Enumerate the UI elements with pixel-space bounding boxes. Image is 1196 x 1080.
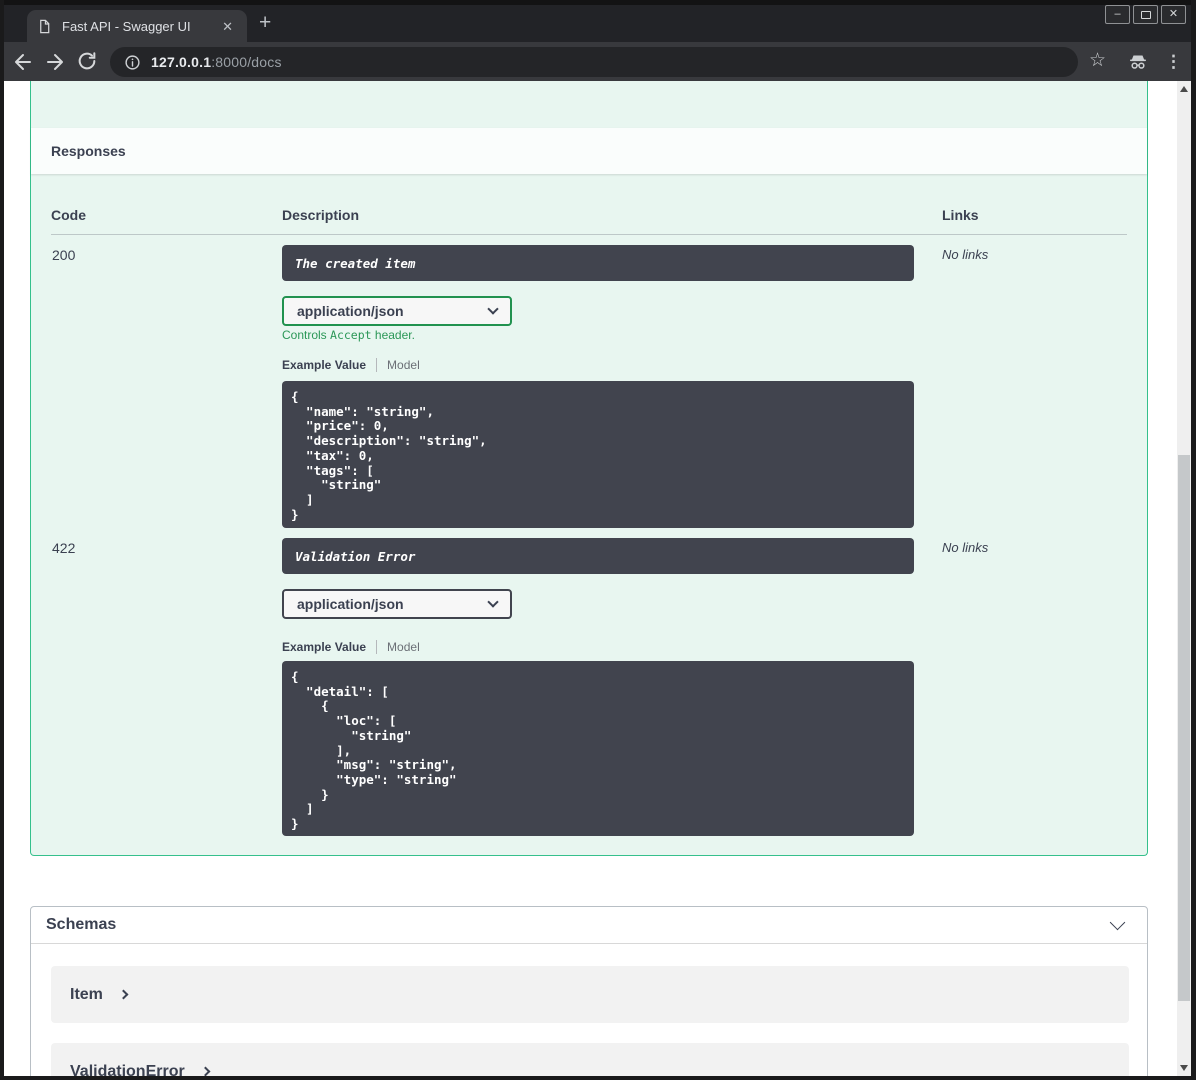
responses-header: Responses xyxy=(31,128,1147,174)
chevron-down-icon[interactable] xyxy=(1109,914,1126,931)
chevron-down-icon xyxy=(487,303,499,315)
example-json-422: { "detail": [ { "loc": [ "string" ], "ms… xyxy=(282,661,914,836)
tab-title: Fast API - Swagger UI xyxy=(62,18,191,34)
incognito-icon xyxy=(1126,50,1150,79)
url-host: 127.0.0.1 xyxy=(151,54,212,70)
window-top-border xyxy=(0,0,1196,5)
column-header-description: Description xyxy=(282,207,360,223)
response-description-422: Validation Error xyxy=(282,538,914,574)
browser-toolbar: 127.0.0.1:8000/docs ☆ ⋮ xyxy=(0,42,1196,81)
response-description-200: The created item xyxy=(282,245,914,281)
url-text: 127.0.0.1:8000/docs xyxy=(151,54,282,70)
chevron-down-icon xyxy=(487,596,499,608)
page-content: Responses Code Description Links 200 The… xyxy=(4,81,1177,1076)
close-button[interactable]: ✕ xyxy=(1161,5,1186,24)
media-type-select-200[interactable]: application/json xyxy=(282,296,512,326)
column-header-links: Links xyxy=(942,207,979,223)
browser-tab[interactable]: Fast API - Swagger UI ✕ xyxy=(27,10,247,42)
window-left-border xyxy=(0,0,4,1080)
tab-divider xyxy=(376,640,378,654)
responses-panel: Responses Code Description Links 200 The… xyxy=(30,81,1148,856)
url-path: :8000/docs xyxy=(211,54,282,70)
site-info-icon[interactable] xyxy=(124,54,141,71)
tab-model-422[interactable]: Model xyxy=(387,640,420,654)
new-tab-button[interactable]: + xyxy=(259,12,271,33)
back-button[interactable] xyxy=(11,50,35,74)
accept-header-note: Controls Accept header. xyxy=(282,328,415,342)
tab-bar: Fast API - Swagger UI ✕ + – ✕ xyxy=(0,5,1196,42)
column-header-code: Code xyxy=(51,207,86,223)
media-type-value-200: application/json xyxy=(297,303,404,319)
example-model-tabs-200: Example Value Model xyxy=(282,358,420,372)
tab-example-value-200[interactable]: Example Value xyxy=(282,358,366,372)
response-links-422: No links xyxy=(942,540,989,555)
table-header-divider xyxy=(51,234,1127,235)
tab-divider xyxy=(376,358,378,372)
maximize-button[interactable] xyxy=(1133,5,1158,24)
schemas-section: Schemas Item ValidationError xyxy=(30,906,1148,1076)
vertical-scrollbar[interactable] xyxy=(1177,81,1191,1076)
media-type-value-422: application/json xyxy=(297,596,404,612)
reload-button[interactable] xyxy=(76,50,100,74)
scrollbar-thumb[interactable] xyxy=(1178,455,1190,1001)
response-code-200: 200 xyxy=(52,247,76,263)
schemas-title: Schemas xyxy=(46,916,117,933)
scroll-up-arrow-icon[interactable] xyxy=(1180,86,1188,92)
page-favicon-icon xyxy=(37,19,52,34)
maximize-icon xyxy=(1140,10,1151,19)
url-bar[interactable]: 127.0.0.1:8000/docs xyxy=(110,47,1078,77)
model-name: Item xyxy=(70,985,103,1003)
window-right-border xyxy=(1191,0,1196,1080)
responses-title: Responses xyxy=(51,143,126,159)
media-type-select-422[interactable]: application/json xyxy=(282,589,512,619)
window-bottom-border xyxy=(0,1076,1196,1080)
schemas-header[interactable]: Schemas xyxy=(31,907,1147,944)
window-controls: – ✕ xyxy=(1105,5,1186,24)
tab-model-200[interactable]: Model xyxy=(387,358,420,372)
minimize-button[interactable]: – xyxy=(1105,5,1130,24)
scroll-down-arrow-icon[interactable] xyxy=(1180,1065,1188,1071)
chevron-right-icon xyxy=(200,1066,211,1076)
tab-close-icon[interactable]: ✕ xyxy=(218,18,237,35)
schema-model-item[interactable]: Item xyxy=(51,966,1129,1023)
bookmark-star-icon[interactable]: ☆ xyxy=(1089,51,1106,71)
chevron-right-icon xyxy=(118,989,129,1000)
example-model-tabs-422: Example Value Model xyxy=(282,640,420,654)
response-code-422: 422 xyxy=(52,540,76,556)
response-links-200: No links xyxy=(942,247,989,262)
tab-example-value-422[interactable]: Example Value xyxy=(282,640,366,654)
model-name: ValidationError xyxy=(70,1062,185,1077)
example-json-200: { "name": "string", "price": 0, "descrip… xyxy=(282,381,914,528)
schema-model-validationerror[interactable]: ValidationError xyxy=(51,1043,1129,1076)
forward-button[interactable] xyxy=(43,50,67,74)
browser-menu-icon[interactable]: ⋮ xyxy=(1165,53,1182,72)
